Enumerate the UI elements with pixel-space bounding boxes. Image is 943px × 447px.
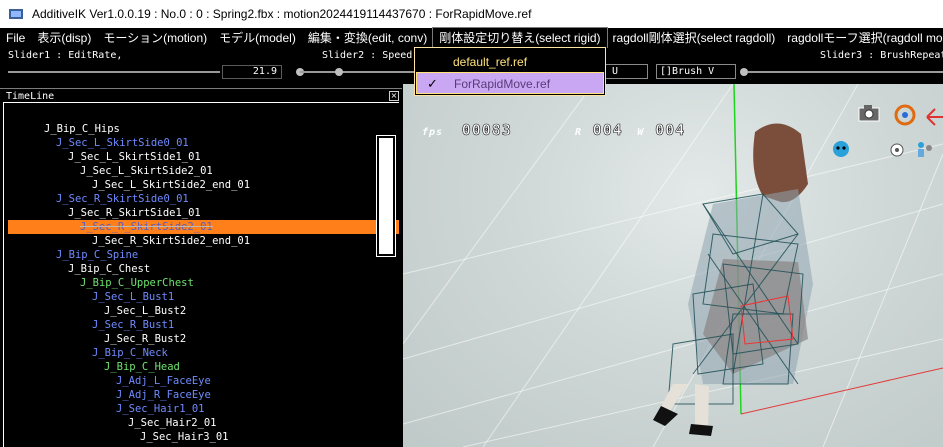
- dropdown-item-default-ref[interactable]: default_ref.ref: [416, 51, 604, 73]
- timeline-scrollbar[interactable]: [376, 135, 396, 257]
- figure-icon[interactable]: [913, 140, 935, 166]
- bone-tree-item[interactable]: J_Bip_C_Head: [104, 360, 180, 374]
- slider2-label: Slider2 : Speed,: [322, 50, 419, 61]
- bone-tree-item[interactable]: J_Sec_L_Bust2: [104, 304, 186, 318]
- bone-tree-item[interactable]: J_Sec_R_Bust1: [92, 318, 174, 332]
- settings-gizmo-icon[interactable]: [887, 140, 907, 164]
- arrow-gizmo-icon[interactable]: [925, 106, 943, 132]
- bone-tree-item[interactable]: J_Sec_R_SkirtSide1_01: [68, 206, 201, 220]
- menu-select-rigid[interactable]: 剛体設定切り替え(select rigid): [432, 27, 608, 49]
- dropdown-item-label: ForRapidMove.ref: [454, 77, 551, 91]
- camera-icon[interactable]: [858, 104, 880, 126]
- window-title: AdditiveIK Ver1.0.0.19 : No.0 : 0 : Spri…: [32, 7, 532, 21]
- menu-ragdoll-morph[interactable]: ragdollモーフ選択(ragdoll morph): [781, 28, 943, 48]
- menu-display[interactable]: 表示(disp): [31, 28, 97, 48]
- bone-tree-item[interactable]: J_Sec_R_SkirtSide0_01: [56, 192, 189, 206]
- bone-tree-item[interactable]: J_Sec_L_Bust1: [92, 290, 174, 304]
- bone-tree-item[interactable]: J_Sec_L_SkirtSide1_01: [68, 150, 201, 164]
- bone-tree-item[interactable]: J_Sec_R_SkirtSide2_01: [80, 220, 213, 234]
- bone-tree: J_Bip_C_Hips J_Sec_L_SkirtSide0_01 J_Sec_L…: [3, 102, 399, 447]
- menu-model[interactable]: モデル(model): [213, 28, 302, 48]
- bone-tree-item[interactable]: J_Sec_L_SkirtSide2_end_01: [92, 178, 250, 192]
- bone-tree-item[interactable]: J_Sec_Hair3_01: [140, 430, 229, 444]
- bone-tree-item[interactable]: J_Bip_C_Chest: [68, 262, 150, 276]
- menu-bar: File 表示(disp) モーション(motion) モデル(model) 編…: [0, 27, 943, 49]
- menu-edit-conv[interactable]: 編集・変換(edit, conv): [302, 28, 433, 48]
- dropdown-item-forrapidmove-ref[interactable]: ✓ ForRapidMove.ref: [416, 72, 604, 94]
- checkmark-icon: ✓: [427, 76, 438, 91]
- dropdown-item-label: default_ref.ref: [453, 55, 528, 69]
- window-titlebar: AdditiveIK Ver1.0.0.19 : No.0 : 0 : Spri…: [0, 0, 943, 28]
- slider2-track[interactable]: [300, 71, 414, 73]
- fps-readout: fps 00083: [422, 120, 512, 140]
- bone-tree-item[interactable]: J_Adj_L_FaceEye: [116, 374, 211, 388]
- bone-tree-item[interactable]: J_Sec_Hair2_01: [128, 416, 217, 430]
- bone-tree-item[interactable]: J_Bip_C_UpperChest: [80, 276, 194, 290]
- timeline-title: TimeLine: [6, 91, 55, 102]
- bone-tree-item[interactable]: J_Adj_R_FaceEye: [116, 388, 211, 402]
- slider1-track[interactable]: [8, 71, 220, 73]
- bone-tree-item[interactable]: J_Bip_C_Spine: [56, 248, 138, 262]
- brush-v-field[interactable]: []Brush V: [656, 64, 736, 79]
- app-icon: [8, 6, 24, 22]
- slider3-track[interactable]: [748, 71, 943, 73]
- rotate-gizmo-icon[interactable]: [891, 102, 919, 132]
- slider1-label: Slider1 : EditRate,: [8, 50, 123, 61]
- bone-tree-item[interactable]: J_Sec_L_SkirtSide2_01: [80, 164, 213, 178]
- slider2-thumb[interactable]: [335, 68, 343, 76]
- bone-tree-item[interactable]: J_Sec_L_SkirtSide0_01: [56, 136, 189, 150]
- fps-value: 00083: [461, 121, 512, 140]
- slider3-label: Slider3 : BrushRepeat: [820, 50, 943, 61]
- r-value: 004: [592, 121, 623, 140]
- bone-tree-item[interactable]: J_Sec_R_Bust2: [104, 332, 186, 346]
- r-label: R: [575, 127, 583, 138]
- w-value: 004: [655, 121, 686, 140]
- bone-tree-item[interactable]: J_Bip_C_Neck: [92, 346, 168, 360]
- slider1-value: 21.9: [222, 65, 282, 79]
- timeline-panel: TimeLine × J_Bip_C_Hips J_Sec_L_SkirtSide…: [0, 88, 402, 447]
- menu-select-ragdoll[interactable]: ragdoll剛体選択(select ragdoll): [607, 28, 782, 48]
- rw-readout: R 004 W 004: [575, 120, 686, 140]
- select-rigid-dropdown: default_ref.ref ✓ ForRapidMove.ref: [414, 47, 606, 96]
- fps-label: fps: [422, 127, 444, 138]
- bone-tree-item[interactable]: J_Sec_Hair1_01: [116, 402, 205, 416]
- bone-tree-item[interactable]: J_Sec_R_SkirtSide2_end_01: [92, 234, 250, 248]
- 3d-viewport[interactable]: fps 00083 R 004 W 004: [403, 84, 943, 447]
- scrollbar-thumb[interactable]: [379, 138, 393, 254]
- slider3-thumb[interactable]: [740, 68, 748, 76]
- menu-file[interactable]: File: [0, 28, 31, 48]
- w-label: W: [637, 127, 645, 138]
- close-icon[interactable]: ×: [389, 91, 399, 101]
- bone-tree-item[interactable]: J_Bip_C_Hips: [44, 122, 120, 136]
- menu-motion[interactable]: モーション(motion): [97, 28, 213, 48]
- head-icon[interactable]: [831, 140, 851, 162]
